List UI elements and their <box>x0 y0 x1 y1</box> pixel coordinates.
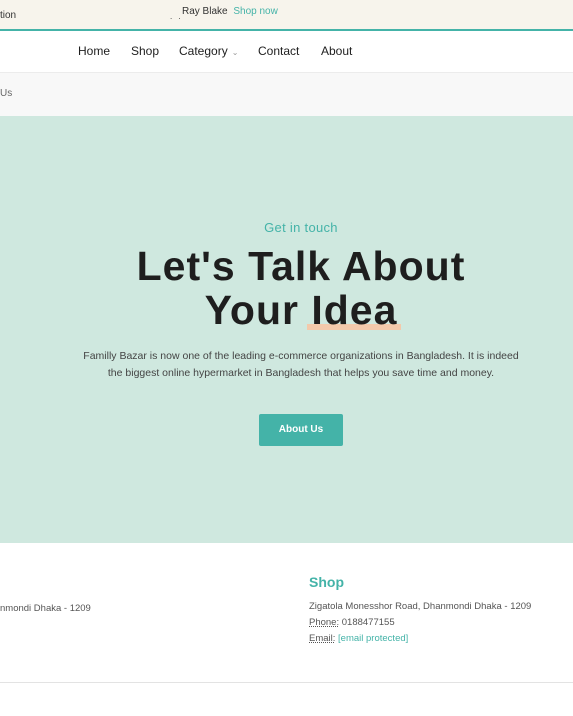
breadcrumb-current: Us <box>0 88 13 99</box>
shop-info: Shop Zigatola Monesshor Road, Dhanmondi … <box>309 574 531 649</box>
hero-title-line1: Let's Talk About <box>136 243 466 289</box>
marquee-name: Ray Blake <box>182 6 228 17</box>
hero-title-highlight: Idea <box>307 287 402 333</box>
announcement-marquee: Ray Blake Shop now <box>182 6 278 17</box>
nav-item-category-label: Category <box>179 44 228 58</box>
shop-now-link[interactable]: Shop now <box>233 6 277 17</box>
email-label: Email: <box>309 633 336 644</box>
footer-divider <box>0 682 573 683</box>
address-left: nmondi Dhaka - 1209 <box>0 603 91 614</box>
shop-phone: Phone: 0188477155 <box>309 617 531 628</box>
announcement-bar: tion . . Ray Blake Shop now <box>0 0 573 31</box>
announcement-text: tion <box>0 10 17 21</box>
chevron-down-icon: ⌄ <box>231 48 239 57</box>
shop-address: Zigatola Monesshor Road, Dhanmondi Dhaka… <box>309 601 532 612</box>
about-us-button[interactable]: About Us <box>259 414 343 446</box>
marquee-dots: . . <box>170 12 183 21</box>
nav-item-category[interactable]: Category ⌄ <box>179 44 238 58</box>
email-link[interactable]: [email protected] <box>338 633 408 644</box>
nav-item-shop[interactable]: Shop <box>131 44 159 58</box>
nav-item-home[interactable]: Home <box>78 44 110 58</box>
hero-title-line2-pre: Your <box>204 287 312 333</box>
shop-heading: Shop <box>309 574 344 590</box>
phone-label: Phone: <box>309 617 340 628</box>
phone-value: 0188477155 <box>341 617 395 628</box>
nav-item-contact[interactable]: Contact <box>258 44 299 58</box>
hero-description: Familly Bazar is now one of the leading … <box>83 350 519 379</box>
breadcrumb: Us <box>0 73 573 116</box>
hero-eyebrow: Get in touch <box>264 220 338 235</box>
shop-email: Email: [email protected] <box>309 633 531 644</box>
contact-hero: Get in touch Let's Talk About Your Idea … <box>0 116 573 543</box>
hero-title-line2: Your Idea <box>0 288 573 332</box>
hero-title: Let's Talk About Your Idea <box>0 244 573 332</box>
main-nav: Home Shop Category ⌄ Contact About <box>0 31 573 73</box>
nav-item-about[interactable]: About <box>321 44 352 58</box>
